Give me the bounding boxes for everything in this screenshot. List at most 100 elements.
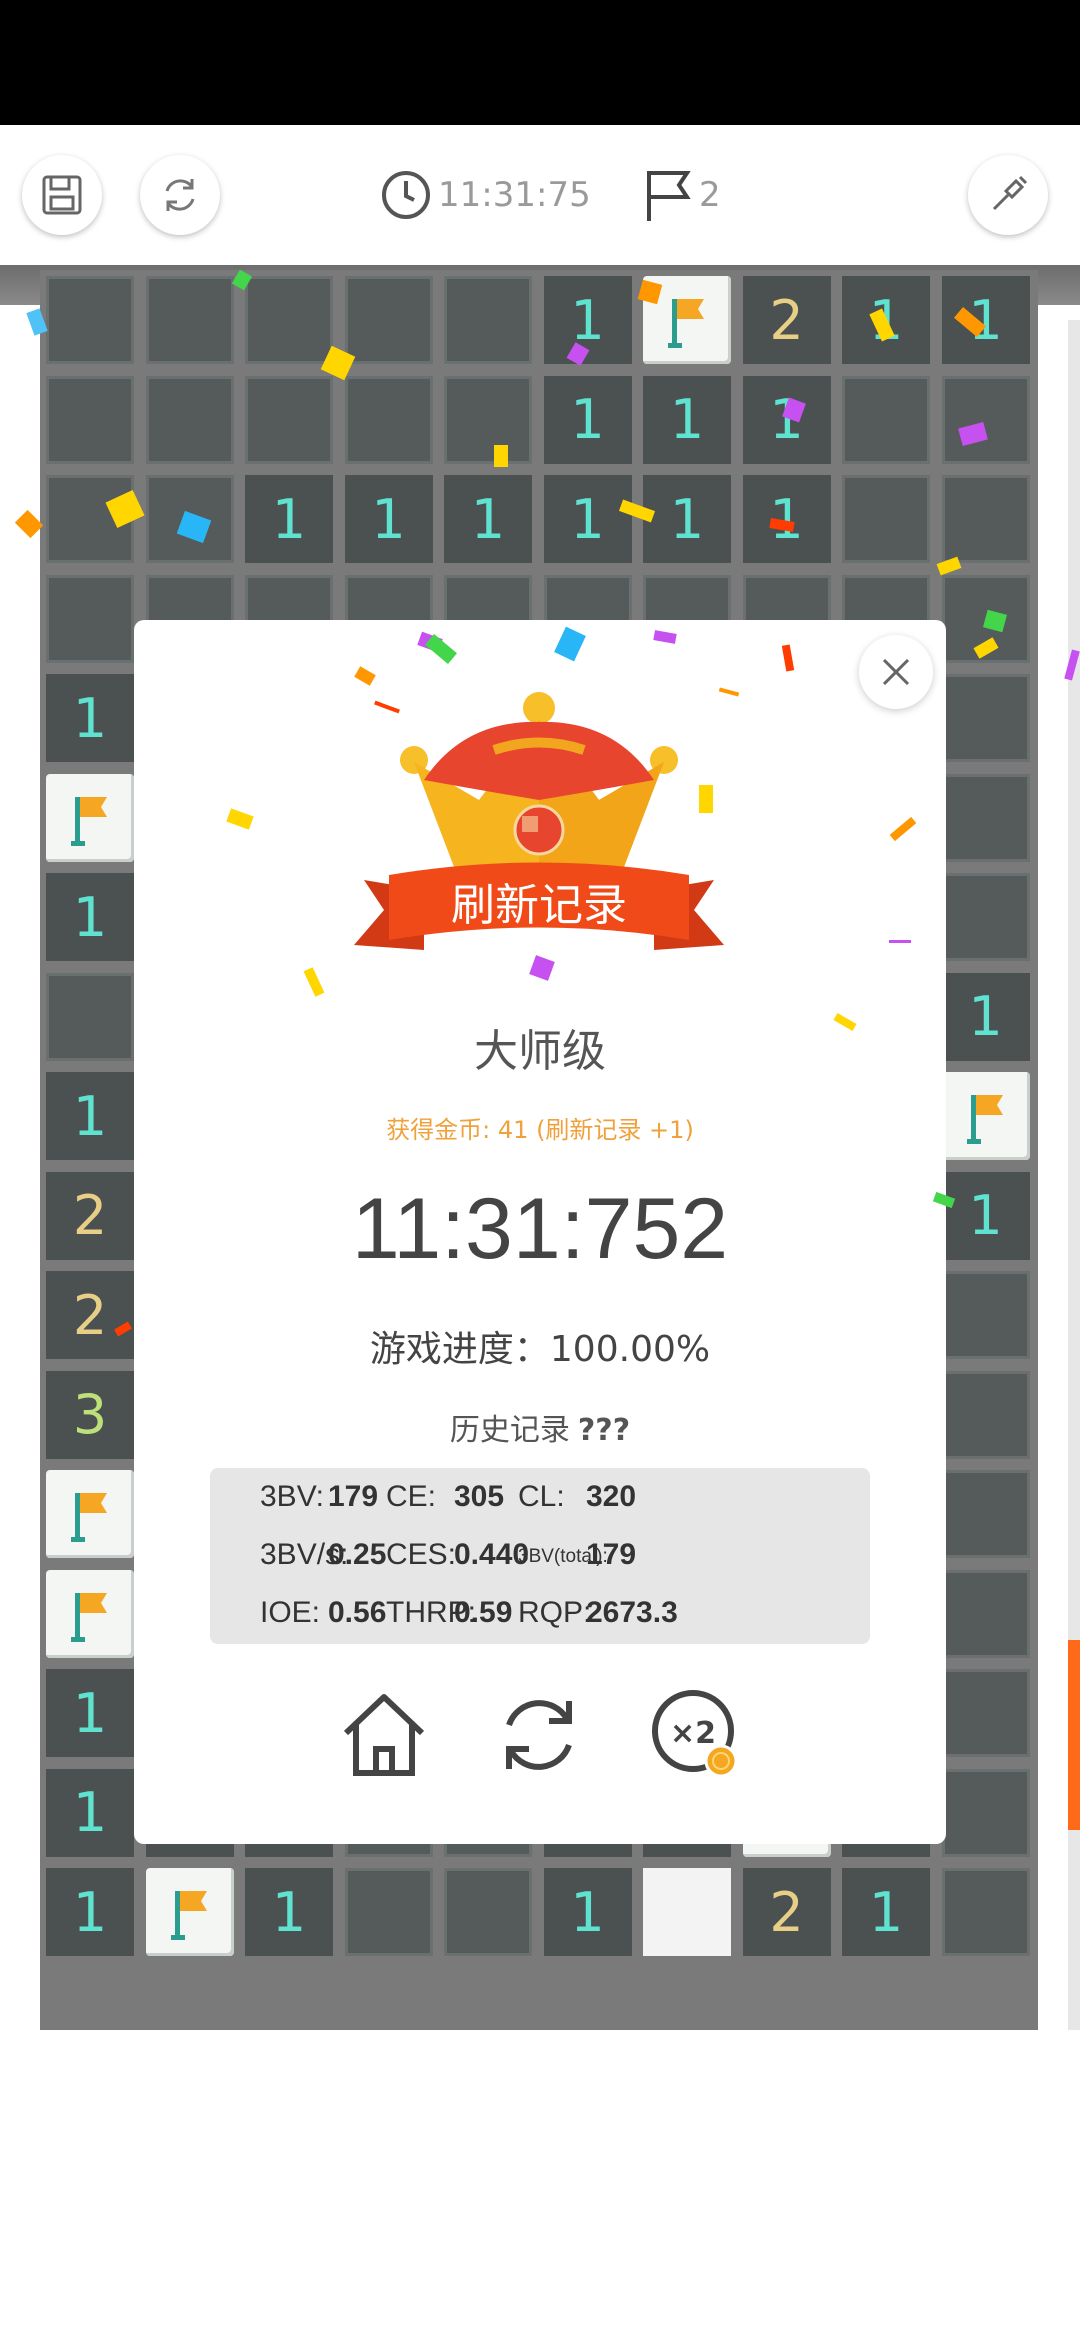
number-cell[interactable]: 1	[543, 1868, 632, 1956]
number-cell[interactable]: 1	[46, 873, 134, 961]
confetti-piece	[889, 816, 917, 842]
number-cell[interactable]: 1	[742, 475, 831, 563]
home-icon	[343, 1694, 425, 1776]
hidden-cell[interactable]	[344, 1868, 433, 1956]
number-cell[interactable]: 1	[344, 475, 433, 563]
history-record: 历史记录???	[134, 1405, 946, 1449]
hidden-cell[interactable]	[941, 674, 1030, 762]
hidden-cell[interactable]	[842, 375, 930, 464]
flagged-cell[interactable]	[941, 1072, 1030, 1160]
history-value: ???	[577, 1413, 631, 1448]
stat-label-ce: CE:	[386, 1480, 437, 1513]
number-cell[interactable]: 1	[842, 1868, 930, 1956]
hidden-cell[interactable]	[941, 1271, 1030, 1359]
stat-value-cl: 320	[586, 1480, 637, 1513]
flagged-cell[interactable]	[145, 1868, 234, 1956]
number-cell[interactable]: 1	[46, 674, 134, 762]
flagged-cell[interactable]	[46, 1569, 134, 1658]
hidden-cell[interactable]	[941, 773, 1030, 862]
confetti-piece	[653, 630, 677, 644]
confetti-piece	[554, 626, 586, 662]
hidden-cell[interactable]	[941, 1768, 1030, 1857]
hidden-cell[interactable]	[842, 475, 930, 563]
number-cell[interactable]: 1	[941, 276, 1030, 364]
hidden-cell[interactable]	[245, 276, 333, 364]
status-bar	[0, 0, 1080, 125]
number-cell[interactable]: 1	[643, 375, 731, 464]
number-cell[interactable]: 1	[245, 1868, 333, 1956]
hidden-cell[interactable]	[941, 1470, 1030, 1558]
dialog-actions: ×2	[134, 1680, 946, 1810]
hidden-cell[interactable]	[941, 873, 1030, 961]
hidden-cell[interactable]	[941, 1569, 1030, 1658]
stat-label-3bv: 3BV:	[260, 1480, 324, 1513]
number-cell[interactable]: 2	[742, 276, 831, 364]
hidden-cell[interactable]	[941, 1868, 1030, 1956]
hidden-cell[interactable]	[444, 276, 532, 364]
shovel-toggle-button[interactable]	[968, 155, 1048, 235]
number-cell[interactable]: 1	[444, 475, 532, 563]
hidden-cell[interactable]	[46, 375, 134, 464]
number-cell[interactable]: 3	[46, 1370, 134, 1459]
hidden-cell[interactable]	[145, 276, 234, 364]
flag-icon	[647, 171, 691, 221]
stat-value-thrp: 0.59	[454, 1596, 513, 1629]
restart-button[interactable]	[140, 155, 220, 235]
hidden-cell[interactable]	[245, 375, 333, 464]
clock-icon	[382, 171, 430, 219]
hidden-cell[interactable]	[46, 972, 134, 1061]
number-cell[interactable]: 1	[742, 375, 831, 464]
number-cell[interactable]: 1	[941, 1171, 1030, 1260]
revealed-cell[interactable]	[643, 1868, 731, 1956]
stat-value-ce: 305	[454, 1480, 505, 1513]
difficulty-level: 大师级	[474, 1026, 606, 1077]
number-cell[interactable]: 2	[742, 1868, 831, 1956]
number-cell[interactable]: 1	[46, 1669, 134, 1757]
number-cell[interactable]: 1	[46, 1768, 134, 1857]
hidden-cell[interactable]	[145, 375, 234, 464]
hidden-cell[interactable]	[344, 375, 433, 464]
stat-label-cl: CL:	[518, 1480, 565, 1513]
game-progress: 游戏进度：100.00%	[369, 1329, 711, 1370]
hidden-cell[interactable]	[344, 276, 433, 364]
number-cell[interactable]: 1	[46, 1868, 134, 1956]
number-cell[interactable]: 1	[543, 475, 632, 563]
hidden-cell[interactable]	[941, 375, 1030, 464]
confetti-piece	[781, 644, 795, 672]
hidden-cell[interactable]	[941, 1370, 1030, 1459]
number-cell[interactable]: 1	[46, 1072, 134, 1160]
crown-badge: 刷新记录	[354, 692, 724, 981]
stats-panel: 3BV: 179 CE: 305 CL: 320 3BV/s: 0.25 CES…	[210, 1468, 870, 1644]
number-cell[interactable]: 1	[643, 475, 731, 563]
hidden-cell[interactable]	[46, 574, 134, 663]
hidden-cell[interactable]	[444, 1868, 532, 1956]
flagged-cell[interactable]	[46, 773, 134, 862]
number-cell[interactable]: 2	[46, 1271, 134, 1359]
close-button[interactable]	[859, 635, 933, 709]
flag-icon	[170, 1891, 207, 1940]
hidden-cell[interactable]	[941, 475, 1030, 563]
flagged-cell[interactable]	[46, 1470, 134, 1558]
top-toolbar: 11:31:75 2	[0, 125, 1080, 265]
replay-button[interactable]	[489, 1685, 589, 1785]
confetti-piece	[226, 808, 254, 830]
save-button[interactable]	[22, 155, 102, 235]
stat-value-3bvs: 0.25	[328, 1538, 387, 1571]
shovel-icon	[992, 175, 1028, 211]
confetti-piece	[14, 509, 44, 539]
stat-value-ioe: 0.56	[328, 1596, 387, 1629]
history-label: 历史记录	[449, 1413, 570, 1448]
hidden-cell[interactable]	[46, 276, 134, 364]
stat-label-ioe: IOE:	[260, 1596, 321, 1629]
number-cell[interactable]: 1	[245, 475, 333, 563]
stat-label-ces: CES:	[386, 1538, 457, 1571]
number-cell[interactable]: 1	[543, 375, 632, 464]
home-button[interactable]	[334, 1685, 434, 1785]
coins-earned: 获得金币: 41 (刷新记录 +1)	[386, 1116, 694, 1144]
number-cell[interactable]: 2	[46, 1171, 134, 1260]
double-coins-button[interactable]: ×2	[649, 1685, 749, 1785]
scrollbar-thumb[interactable]	[1068, 1640, 1080, 1830]
hidden-cell[interactable]	[941, 1669, 1030, 1757]
hidden-cell[interactable]	[444, 375, 532, 464]
number-cell[interactable]: 1	[941, 972, 1030, 1061]
